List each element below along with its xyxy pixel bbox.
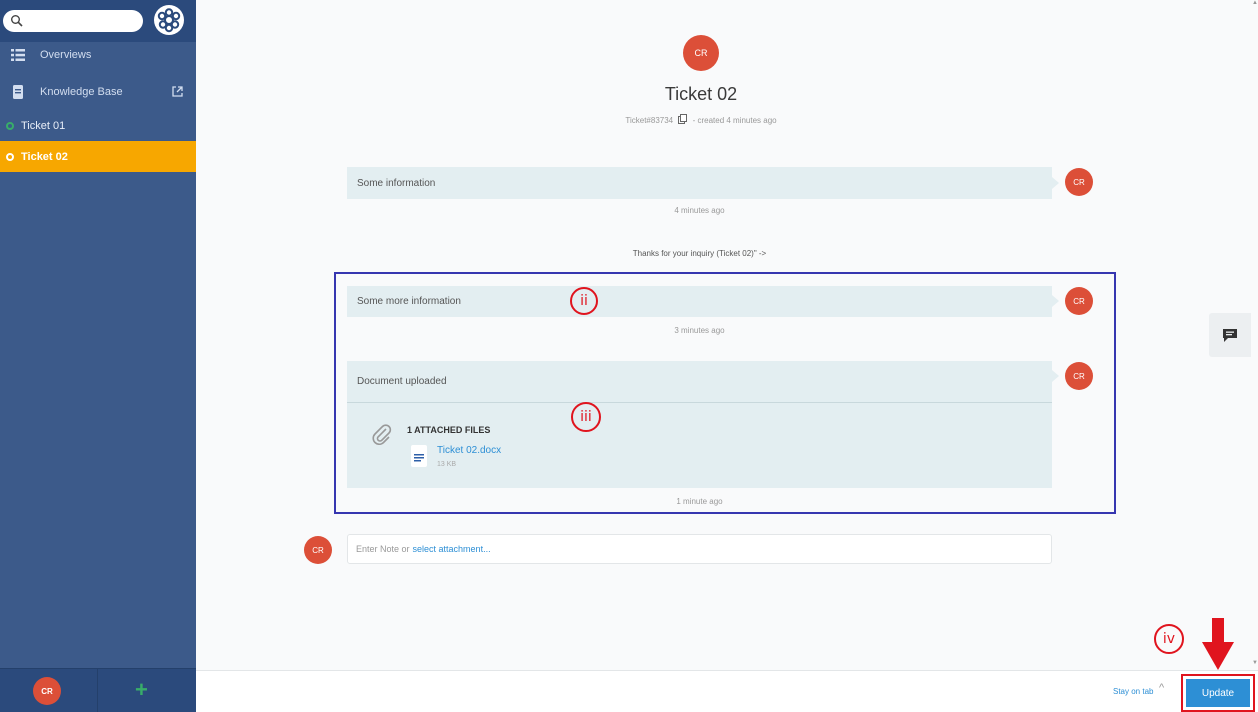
ticket-number: Ticket#83734: [625, 116, 674, 125]
sidebar-item-ticket-01[interactable]: Ticket 01: [0, 110, 196, 141]
stay-on-tab-toggle[interactable]: Stay on tab: [1113, 687, 1153, 696]
search-icon: [11, 15, 23, 27]
add-icon[interactable]: +: [135, 678, 148, 702]
customer-avatar[interactable]: CR: [683, 35, 719, 71]
sidebar-item-ticket-02[interactable]: Ticket 02: [0, 141, 196, 172]
select-attachment-link[interactable]: select attachment...: [413, 544, 491, 554]
sidebar-item-label: Ticket 01: [21, 119, 66, 132]
article-text: Some information: [357, 177, 436, 189]
sidebar: Overviews Knowledge Base Ticket 01 Ticke…: [0, 0, 196, 712]
sidebar-item-overviews[interactable]: Overviews: [0, 40, 196, 70]
compose-avatar[interactable]: CR: [304, 536, 332, 564]
ticket-zoom: ▲ CR Ticket 02 Ticket#83734 - created 4 …: [196, 0, 1258, 670]
annotation-label-ii: ii: [570, 287, 598, 315]
note-input[interactable]: Enter Note or select attachment...: [347, 534, 1052, 564]
ticket-meta: Ticket#83734 - created 4 minutes ago: [196, 114, 1206, 125]
status-circle-icon: [6, 152, 14, 161]
comment-icon: [1223, 329, 1237, 342]
update-button[interactable]: Update: [1186, 679, 1250, 707]
ticket-footer: Stay on tab ^ Update: [196, 670, 1258, 712]
ticket-title[interactable]: Ticket 02: [196, 84, 1206, 105]
sidebar-item-knowledge-base[interactable]: Knowledge Base: [0, 77, 196, 107]
external-link-icon[interactable]: [172, 86, 183, 97]
book-icon: [13, 85, 23, 99]
divider: [97, 669, 98, 712]
scroll-down-icon[interactable]: ▼: [1252, 660, 1258, 666]
copy-icon[interactable]: [678, 114, 688, 124]
sidebar-header: [0, 0, 196, 42]
status-circle-icon: [6, 121, 14, 130]
list-icon: [11, 49, 25, 61]
annotation-label-iii: iii: [571, 402, 601, 432]
ticket-created: - created 4 minutes ago: [692, 116, 777, 125]
search-input[interactable]: [3, 10, 143, 32]
article-bubble[interactable]: Some information: [347, 167, 1052, 199]
article-time: 4 minutes ago: [674, 206, 725, 215]
sidebar-footer: CR +: [0, 668, 196, 712]
sidebar-item-label: Ticket 02: [21, 150, 68, 163]
system-note: Thanks for your inquiry (Ticket 02)" ->: [632, 249, 767, 258]
logo-icon[interactable]: [154, 5, 184, 35]
sidebar-item-label: Knowledge Base: [40, 86, 123, 98]
scroll-up-icon[interactable]: ▲: [1252, 0, 1258, 6]
annotation-arrow-icon: [1202, 618, 1234, 670]
note-placeholder: Enter Note or: [356, 544, 410, 554]
bubble-arrow: [1052, 177, 1059, 189]
annotation-label-iv: iv: [1154, 624, 1184, 654]
sidebar-toggle[interactable]: [1209, 313, 1251, 357]
chevron-up-icon[interactable]: ^: [1159, 682, 1164, 694]
article-avatar[interactable]: CR: [1065, 168, 1093, 196]
sidebar-item-label: Overviews: [40, 49, 92, 61]
annotation-update-frame: Update: [1181, 674, 1255, 712]
annotation-frame: [334, 272, 1116, 514]
user-avatar[interactable]: CR: [33, 677, 61, 705]
